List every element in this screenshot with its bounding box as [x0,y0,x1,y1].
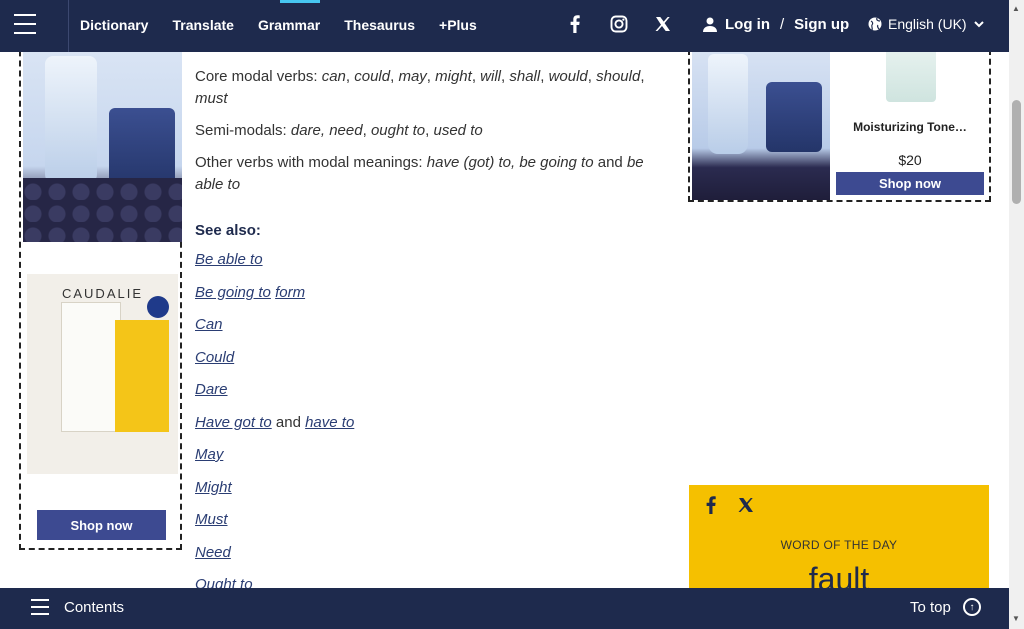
ad-shop-now-button[interactable]: Shop now [37,510,166,540]
article-content: Core modal verbs: can, could, may, might… [195,66,665,206]
login-area: Log in / Sign up [703,16,849,33]
ad-product-image[interactable] [23,52,182,242]
contents-menu-icon[interactable] [31,599,49,615]
instagram-icon[interactable] [609,14,629,34]
nav-links: Dictionary Translate Grammar Thesaurus +… [80,0,501,52]
globe-icon [868,17,882,31]
social-links [565,14,673,34]
top-navigation: Dictionary Translate Grammar Thesaurus +… [0,0,1009,52]
contents-button[interactable]: Contents [64,599,124,616]
chevron-down-icon [973,21,984,28]
see-also-link[interactable]: Be able to [195,251,263,268]
login-link[interactable]: Log in [725,16,770,33]
ad-product-image-2[interactable]: CAUDALIE [27,274,178,474]
scrollbar-thumb[interactable] [1012,100,1021,204]
see-also-link[interactable]: Could [195,349,234,366]
nav-translate-link[interactable]: Translate [172,0,233,52]
nav-grammar-link[interactable]: Grammar [258,0,321,52]
word-of-the-day-label: WORD OF THE DAY [780,538,898,552]
facebook-icon[interactable] [697,491,725,519]
see-also-link[interactable]: Be going to [195,284,271,301]
left-advertisement[interactable]: CAUDALIE Shop now [19,0,182,550]
ad-product-image[interactable] [692,52,830,200]
see-also-link[interactable]: Need [195,544,231,561]
see-also-heading: See also: [195,222,261,239]
see-also-conjunction: and [275,413,301,431]
nav-thesaurus-link[interactable]: Thesaurus [344,0,415,52]
nav-plus-link[interactable]: +Plus [439,0,477,52]
see-also-link[interactable]: Have got to [195,414,272,431]
user-icon [703,17,717,32]
ad-product-price: $20 [898,152,922,168]
see-also-link[interactable]: have to [305,414,354,431]
scroll-up-icon[interactable]: ▲ [1012,4,1020,13]
language-selector[interactable]: English (UK) [868,16,985,32]
nav-divider [68,0,69,52]
see-also-link[interactable]: form [275,284,305,301]
ad-shop-now-button[interactable]: Shop now [836,172,984,195]
bottom-bar: Contents To top ↑ [0,588,1009,629]
login-separator: / [780,16,785,33]
see-also-link[interactable]: Might [195,479,232,496]
nav-dictionary-link[interactable]: Dictionary [80,0,148,52]
menu-icon[interactable] [14,14,36,34]
semi-modals-paragraph: Semi-modals: dare, need, ought to, used … [195,122,483,139]
x-icon[interactable] [653,14,673,34]
ad-product-name[interactable]: Moisturizing Tone… [840,120,980,134]
see-also-link[interactable]: May [195,446,223,463]
signup-link[interactable]: Sign up [794,16,849,33]
scrollbar[interactable]: ▲ ▼ [1009,0,1024,629]
facebook-icon[interactable] [565,14,585,34]
language-label: English (UK) [888,16,967,32]
arrow-up-icon[interactable]: ↑ [963,598,981,616]
to-top-button[interactable]: To top [910,599,951,616]
see-also-link[interactable]: Dare [195,381,228,398]
core-modals-paragraph: Core modal verbs: can, could, may, might… [195,68,645,107]
see-also-section: See also: Be able to Be going to form Ca… [195,222,665,607]
scroll-down-icon[interactable]: ▼ [1012,614,1020,623]
other-modals-paragraph: Other verbs with modal meanings: have (g… [195,154,644,193]
see-also-link[interactable]: Must [195,511,228,528]
word-of-the-day: WORD OF THE DAY fault [689,485,989,605]
x-icon[interactable] [732,491,760,519]
see-also-link[interactable]: Can [195,316,223,333]
